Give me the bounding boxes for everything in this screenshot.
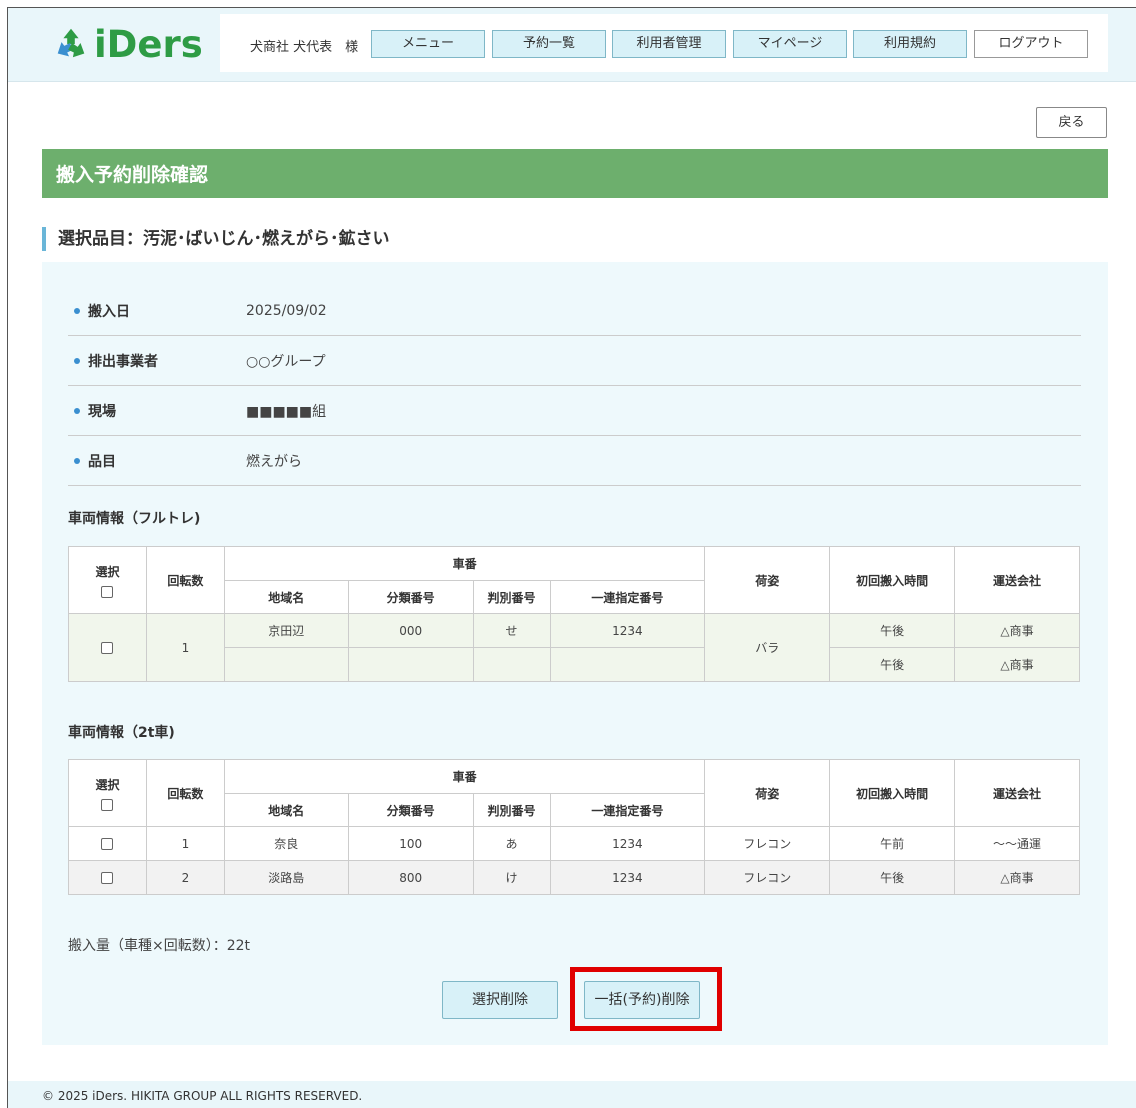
info-value: 燃えがら [246,453,302,470]
nav-terms-button[interactable]: 利用規約 [853,30,967,58]
header-first-time: 初回搬入時間 [829,759,956,827]
cell-serial: 1234 [549,613,706,648]
cell-carrier: △商事 [954,860,1080,895]
select-all-checkbox[interactable] [101,798,114,811]
logo[interactable]: iDers [52,22,203,66]
header-carrier: 運送会社 [954,759,1080,827]
full-trailer-table: 選択 回転数 車番 荷姿 初回搬入時間 運送会社 地域名 分類番号 判別番号 一… [68,546,1080,682]
cell-kana: け [472,860,551,895]
header-select: 選択 [68,546,147,614]
header-region: 地域名 [223,793,349,827]
nav-reservations-button[interactable]: 予約一覧 [492,30,606,58]
recycle-logo-icon [57,28,85,58]
header-plate: 車番 [223,759,706,794]
bullet-icon [74,457,80,464]
highlight-box [570,967,722,1031]
footer: © 2025 iDers. HIKITA GROUP ALL RIGHTS RE… [8,1081,1136,1108]
nav-mypage-button[interactable]: マイページ [733,30,847,58]
cell-time: 午後 [829,613,956,648]
amount-text: 搬入量（車種×回転数）：22t [68,938,251,954]
cell-carrier: △商事 [954,613,1080,648]
header-region: 地域名 [223,580,349,614]
bullet-icon [74,307,80,314]
cell-serial: 1234 [549,826,706,861]
cell-serial: 1234 [549,860,706,895]
cell-time: 午後 [829,647,956,682]
select-delete-button[interactable]: 選択削除 [442,981,558,1019]
bullet-icon [74,407,80,414]
cell-packing: フレコン [704,860,831,895]
info-label: 排出事業者 [88,353,158,370]
info-row-date: 搬入日 2025/09/02 [68,286,1081,336]
header-rotation: 回転数 [145,759,225,827]
select-all-checkbox[interactable] [101,585,114,598]
page-title: 搬入予約削除確認 [56,164,209,186]
selected-item-heading: 選択品目：汚泥･ばいじん･燃えがら･鉱さい [42,227,390,251]
header-first-time: 初回搬入時間 [829,546,956,614]
cell-class-no: 100 [347,826,474,861]
info-label: 品目 [88,453,116,470]
nav-menu-button[interactable]: メニュー [371,30,485,58]
cell-region: 奈良 [223,826,349,861]
cell-packing: フレコン [704,826,831,861]
info-label: 搬入日 [88,303,130,320]
info-row-site: 現場 ■■■■■組 [68,386,1081,436]
full-trailer-title: 車両情報（フルトレ) [68,511,201,527]
cell-region: 京田辺 [223,613,349,648]
header-class-no: 分類番号 [347,580,474,614]
cell-carrier: ～～通運 [954,826,1080,861]
header-serial: 一連指定番号 [549,580,706,614]
info-row-item: 品目 燃えがら [68,436,1081,486]
cell-rotation: 1 [145,826,225,861]
cell-rotation: 2 [145,860,225,895]
copyright-text: © 2025 iDers. HIKITA GROUP ALL RIGHTS RE… [42,1089,363,1103]
header-plate: 車番 [223,546,706,581]
logout-button[interactable]: ログアウト [974,30,1088,58]
nav-users-button[interactable]: 利用者管理 [612,30,726,58]
row-checkbox[interactable] [101,838,114,850]
info-row-discharger: 排出事業者 ○○グループ [68,336,1081,386]
header-carrier: 運送会社 [954,546,1080,614]
user-name: 犬商社 犬代表 様 [250,40,359,55]
two-ton-title: 車両情報（2t車) [68,725,175,741]
table-row: 2 淡路島 800 け 1234 フレコン 午後 △商事 [68,860,1080,895]
cell-time: 午前 [829,826,956,861]
info-label: 現場 [88,403,116,420]
cell-carrier: △商事 [954,647,1080,682]
header-serial: 一連指定番号 [549,793,706,827]
content-panel: 搬入日 2025/09/02 排出事業者 ○○グループ 現場 ■■■■■組 品目… [42,262,1108,1045]
cell-kana: あ [472,826,551,861]
info-value: ■■■■■組 [246,403,327,420]
cell-rotation: 1 [145,613,225,682]
header-kana: 判別番号 [472,580,551,614]
cell-time: 午後 [829,860,956,895]
info-value: ○○グループ [246,353,326,370]
header-class-no: 分類番号 [347,793,474,827]
row-checkbox[interactable] [101,642,114,654]
bullet-icon [74,357,80,364]
table-row: 1 京田辺 000 せ 1234 バラ 午後 △商事 [68,613,1080,682]
row-checkbox[interactable] [101,872,114,884]
cell-packing: バラ [704,613,831,682]
two-ton-table: 選択 回転数 車番 荷姿 初回搬入時間 運送会社 地域名 分類番号 判別番号 一… [68,759,1080,895]
header-packing: 荷姿 [704,546,831,614]
back-button[interactable]: 戻る [1036,107,1107,138]
header-kana: 判別番号 [472,793,551,827]
header-packing: 荷姿 [704,759,831,827]
cell-kana: せ [472,613,551,648]
cell-class-no: 000 [347,613,474,648]
header-select: 選択 [68,759,147,827]
page-title-bar: 搬入予約削除確認 [42,149,1108,198]
cell-region: 淡路島 [223,860,349,895]
cell-class-no: 800 [347,860,474,895]
logo-text: iDers [94,22,203,66]
header-rotation: 回転数 [145,546,225,614]
info-value: 2025/09/02 [246,302,327,319]
table-row: 1 奈良 100 あ 1234 フレコン 午前 ～～通運 [68,826,1080,861]
